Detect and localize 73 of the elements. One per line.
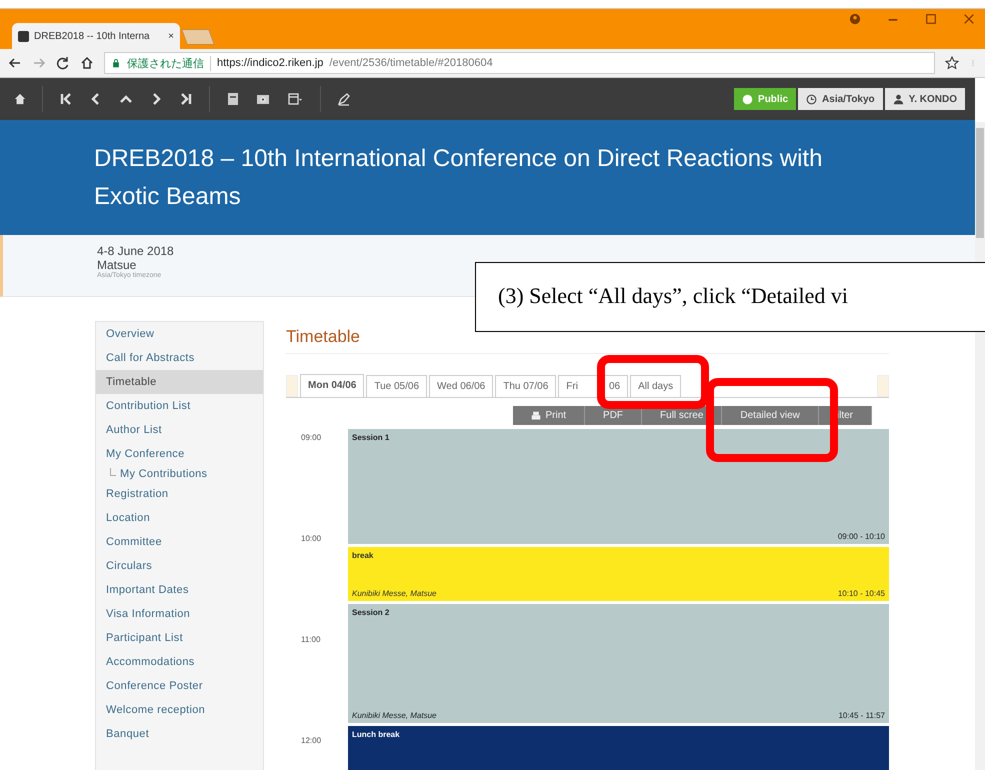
entry-time: 10:10 - 10:45 <box>838 589 885 598</box>
day-tab[interactable]: Tue 05/06 <box>366 375 428 397</box>
event-title: DREB2018 – 10th International Conference on Direct Reactions with Exotic Beams <box>94 144 824 212</box>
address-bar[interactable]: 保護された通信 https://indico2.riken.jp /event/2536/timetable/#20180604 <box>104 52 935 74</box>
toolbar-button[interactable]: Detailed view <box>722 406 819 425</box>
entry-time: 09:00 - 10:10 <box>838 532 885 541</box>
browser-tab[interactable]: DREB2018 -- 10th Interna × <box>12 23 180 49</box>
timetable-entry[interactable]: break Kunibiki Messe, Matsue 10:10 - 10:45 <box>348 547 889 601</box>
day-tab[interactable]: All days <box>630 375 682 397</box>
lock-icon[interactable] <box>111 58 121 68</box>
url-host: https://indico2.riken.jp <box>217 57 324 69</box>
timetable-entry[interactable]: Lunch break <box>348 726 889 770</box>
sidebar-item[interactable]: Circulars <box>96 554 263 578</box>
entry-location: Kunibiki Messe, Matsue <box>352 589 436 598</box>
close-icon[interactable] <box>963 13 975 25</box>
entry-location: Kunibiki Messe, Matsue <box>352 711 436 720</box>
day-tab[interactable]: Wed 06/06 <box>429 375 494 397</box>
star-icon[interactable] <box>945 56 959 70</box>
tab-close-button[interactable]: × <box>168 30 174 42</box>
sidebar-item[interactable]: Participant List <box>96 626 263 650</box>
sidebar-item[interactable]: Registration <box>96 482 263 506</box>
hour-label: 11:00 <box>301 635 320 644</box>
sidebar-item[interactable]: Contribution List <box>96 394 263 418</box>
event-location: Matsue <box>97 258 136 272</box>
hour-label: 10:00 <box>301 534 322 543</box>
secure-label: 保護された通信 <box>127 56 211 70</box>
sidebar-item[interactable]: Committee <box>96 530 263 554</box>
sidebar-item[interactable]: Welcome reception <box>96 698 263 722</box>
sidebar-item[interactable]: Banquet <box>96 722 263 746</box>
timetable-entry[interactable]: Session 2 Kunibiki Messe, Matsue 10:45 - 11:57 <box>348 604 889 723</box>
day-tab[interactable]: Mon 04/06 <box>300 374 364 397</box>
maximize-icon[interactable] <box>925 13 937 25</box>
sidebar-item[interactable]: Call for Abstracts <box>96 346 263 370</box>
home-icon[interactable] <box>80 56 94 70</box>
day-tab[interactable]: Thu 07/06 <box>495 375 556 397</box>
sidebar-item[interactable]: Timetable <box>96 370 263 394</box>
back-icon[interactable] <box>8 56 22 70</box>
tray-icon[interactable] <box>256 92 270 106</box>
reload-icon[interactable] <box>56 56 70 70</box>
user-button[interactable]: Y. KONDO <box>884 88 965 110</box>
hour-label: 12:00 <box>301 736 322 745</box>
sidebar-item[interactable]: Accommodations <box>96 650 263 674</box>
entry-title: Session 1 <box>352 433 390 442</box>
timezone-button[interactable]: Asia/Tokyo <box>798 88 883 110</box>
sidebar-item[interactable]: Location <box>96 506 263 530</box>
entry-title: Session 2 <box>352 608 390 617</box>
layout-icon[interactable] <box>286 92 304 106</box>
url-path: /event/2536/timetable/#20180604 <box>329 57 493 69</box>
pen-icon[interactable] <box>337 92 351 106</box>
toolbar-button[interactable]: Print <box>513 406 586 425</box>
last-icon[interactable] <box>179 92 193 106</box>
first-icon[interactable] <box>59 92 73 106</box>
account-icon[interactable] <box>849 13 861 25</box>
clock-icon[interactable] <box>806 94 818 104</box>
event-dates: 4-8 June 2018 <box>97 244 175 258</box>
sidebar-item[interactable]: Overview <box>96 322 263 346</box>
printer-icon[interactable] <box>531 410 542 420</box>
instruction-callout: (3) Select “All days”, click “Detailed vi <box>475 262 985 332</box>
sidebar-item[interactable]: Important Dates <box>96 578 263 602</box>
entry-time: 10:45 - 11:57 <box>838 711 885 720</box>
sidebar-item[interactable]: My Contributions <box>120 468 208 480</box>
entry-title: break <box>352 551 374 560</box>
home-icon[interactable] <box>14 93 26 105</box>
timetable-entry[interactable]: Session 1 09:00 - 10:10 <box>348 429 889 544</box>
sidebar-item[interactable]: Visa Information <box>96 602 263 626</box>
user-icon[interactable] <box>892 94 904 104</box>
site-icon <box>18 30 29 42</box>
hour-label: 09:00 <box>301 433 322 442</box>
sidebar-item[interactable]: Conference Poster <box>96 674 263 698</box>
document-icon[interactable] <box>226 92 240 106</box>
sidebar-item[interactable]: Author List <box>96 418 263 442</box>
sidebar-item[interactable]: My Conference <box>96 442 263 466</box>
entry-title: Lunch break <box>352 730 401 739</box>
